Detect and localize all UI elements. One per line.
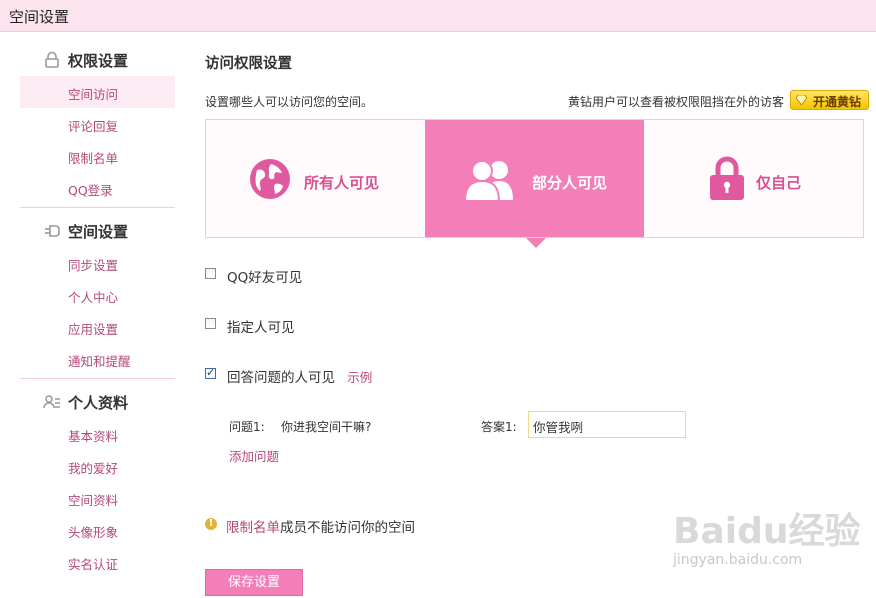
sidebar: 权限设置 空间访问 评论回复 限制名单 QQ登录 空间设置 同步设置 个人中心 …	[20, 42, 175, 578]
watermark-logo: Baidu经验	[673, 511, 861, 552]
question-text: 你进我空间干嘛?	[281, 420, 372, 434]
sidebar-section-title: 个人资料	[68, 394, 129, 412]
page-description: 设置哪些人可以访问您的空间。	[205, 95, 374, 109]
sidebar-section-permissions: 权限设置	[20, 42, 175, 76]
visibility-options: 所有人可见 部分人可见 仅自己	[205, 119, 864, 238]
sidebar-item-personal-center[interactable]: 个人中心	[20, 279, 175, 311]
selected-pointer	[526, 238, 546, 248]
profile-card-icon	[43, 395, 60, 409]
warning-text: 成员不能访问你的空间	[280, 520, 415, 536]
sidebar-item-app-settings[interactable]: 应用设置	[20, 311, 175, 343]
sidebar-item-real-name[interactable]: 实名认证	[20, 546, 175, 578]
example-link[interactable]: 示例	[347, 370, 372, 385]
sidebar-item-blocklist[interactable]: 限制名单	[20, 140, 175, 172]
option-only-me[interactable]: 仅自己	[644, 120, 863, 237]
sidebar-item-notifications[interactable]: 通知和提醒	[20, 343, 175, 375]
warning-icon: !	[205, 518, 217, 530]
divider	[20, 378, 175, 379]
checkbox-label: 回答问题的人可见 示例	[227, 370, 373, 386]
blocklist-link[interactable]: 限制名单	[226, 520, 280, 536]
sidebar-section-space-settings: 空间设置	[20, 213, 175, 247]
sidebar-item-basic-info[interactable]: 基本资料	[20, 418, 175, 450]
sidebar-section-profile: 个人资料	[20, 384, 175, 418]
sidebar-item-space-access[interactable]: 空间访问	[20, 76, 175, 108]
sidebar-item-qq-login[interactable]: QQ登录	[20, 172, 175, 204]
sidebar-section-title: 权限设置	[68, 52, 129, 70]
padlock-icon	[710, 156, 744, 200]
question-label: 问题1:	[229, 420, 265, 434]
sidebar-item-space-profile[interactable]: 空间资料	[20, 482, 175, 514]
people-icon	[463, 160, 513, 202]
title-bar: 空间设置	[0, 0, 876, 32]
sidebar-section-title: 空间设置	[68, 223, 129, 241]
option-label: 所有人可见	[304, 174, 380, 192]
option-label: 仅自己	[756, 174, 802, 192]
sidebar-item-hobbies[interactable]: 我的爱好	[20, 450, 175, 482]
window-title: 空间设置	[9, 8, 70, 26]
save-button[interactable]: 保存设置	[205, 569, 303, 596]
check-icon: ✓	[206, 366, 216, 379]
qq-friends-checkbox[interactable]	[205, 268, 216, 279]
checkbox-label: QQ好友可见	[227, 270, 303, 286]
yellow-diamond-note: 黄钻用户可以查看被权限阻挡在外的访客	[567, 95, 784, 109]
globe-icon	[250, 159, 290, 199]
option-some-people[interactable]: 部分人可见	[425, 120, 644, 237]
diamond-icon	[796, 95, 807, 105]
answer-input[interactable]: 你管我咧	[528, 411, 686, 438]
option-everyone[interactable]: 所有人可见	[206, 120, 425, 237]
sidebar-item-sync[interactable]: 同步设置	[20, 247, 175, 279]
page-title: 访问权限设置	[205, 56, 292, 72]
option-label: 部分人可见	[532, 174, 608, 192]
add-question-link[interactable]: 添加问题	[229, 446, 279, 465]
specified-people-checkbox[interactable]	[205, 318, 216, 329]
answer-label: 答案1:	[481, 420, 517, 434]
sidebar-item-avatar[interactable]: 头像形象	[20, 514, 175, 546]
divider	[20, 207, 175, 208]
sidebar-item-comment-reply[interactable]: 评论回复	[20, 108, 175, 140]
answer-question-checkbox[interactable]: ✓	[205, 366, 216, 379]
checkbox-label: 指定人可见	[227, 320, 295, 336]
lock-icon	[45, 51, 59, 68]
plug-icon	[45, 225, 60, 237]
open-yellow-diamond-button[interactable]: 开通黄钻	[790, 90, 869, 110]
watermark-url: jingyan.baidu.com	[673, 552, 803, 568]
